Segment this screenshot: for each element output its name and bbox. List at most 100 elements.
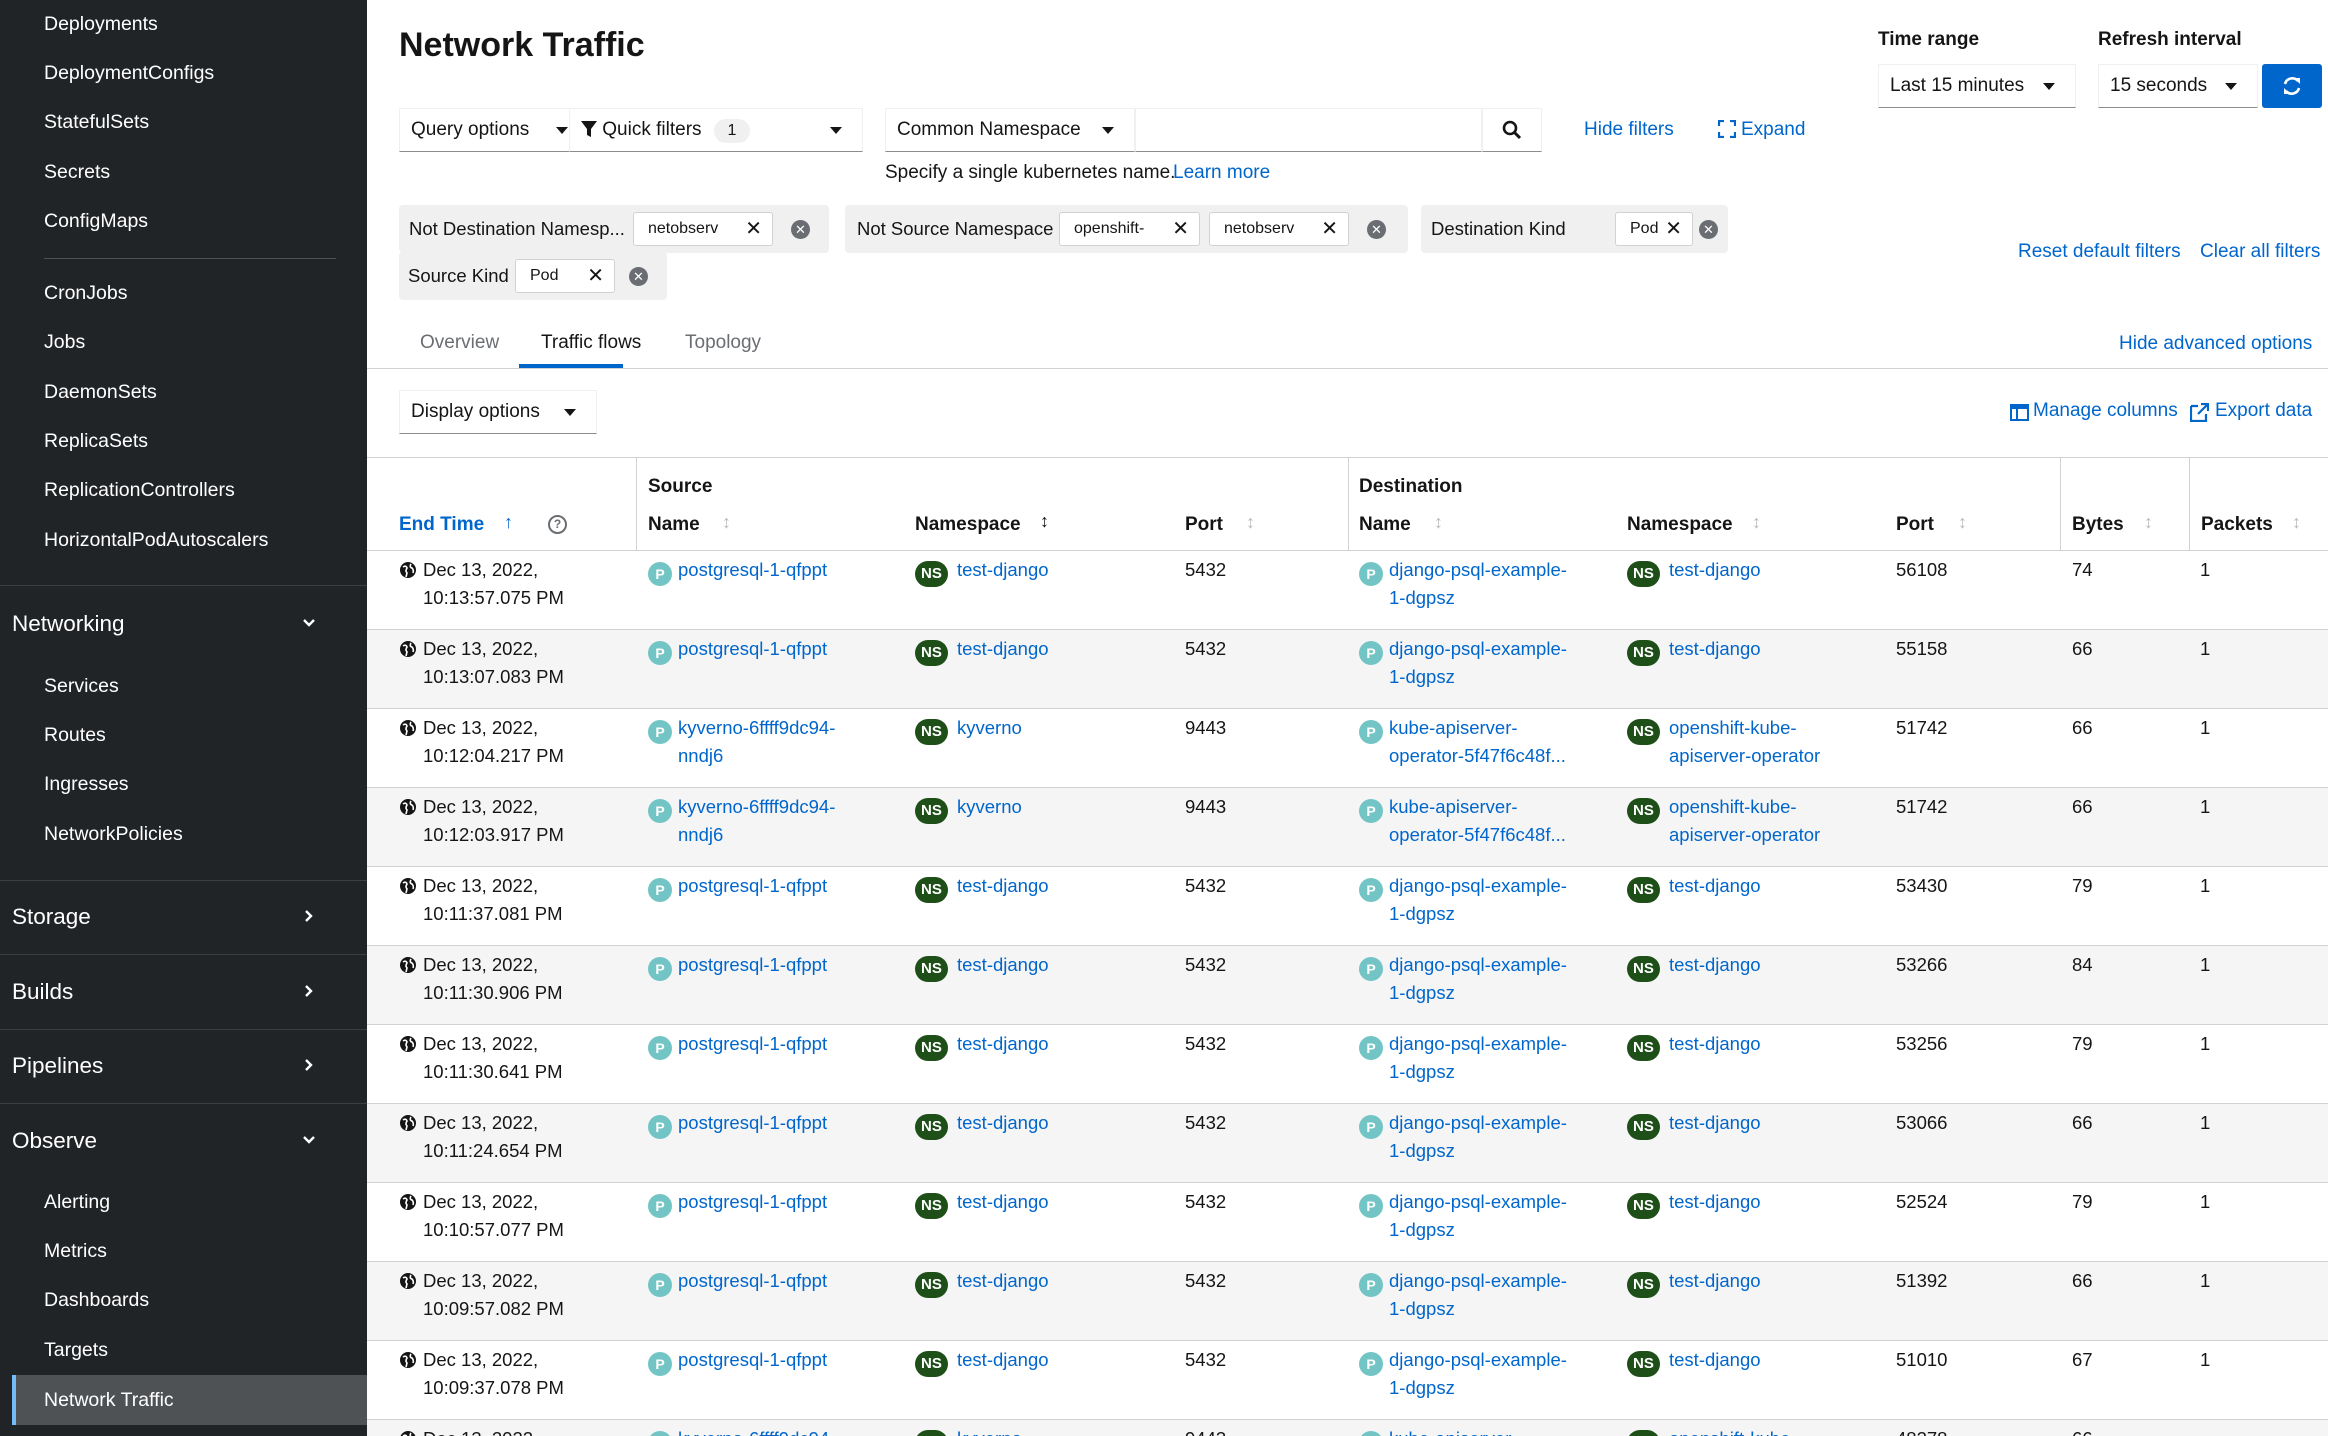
source-name-link[interactable]: postgresql-1-qfppt bbox=[678, 635, 827, 663]
filter-type-select[interactable]: Common Namespace bbox=[885, 108, 1135, 152]
table-row[interactable]: Dec 13, 2022, 10:13:07.083 PM P postgres… bbox=[367, 630, 2328, 709]
destination-namespace-link[interactable]: test-django bbox=[1669, 872, 1761, 900]
destination-name-link[interactable]: kube-apiserver- bbox=[1389, 1425, 1518, 1436]
filter-chip[interactable]: openshift- ✕ bbox=[1059, 212, 1200, 246]
source-name-link[interactable]: postgresql-1-qfppt bbox=[678, 1267, 827, 1295]
table-row[interactable]: Dec 13, 2022, 10:12:03.917 PM P kyverno-… bbox=[367, 788, 2328, 867]
tab-traffic-flows[interactable]: Traffic flows bbox=[541, 332, 641, 354]
source-namespace-link[interactable]: test-django bbox=[957, 872, 1049, 900]
destination-namespace-link[interactable]: openshift-kube- bbox=[1669, 714, 1797, 742]
destination-name-link[interactable]: django-psql-example- bbox=[1389, 872, 1567, 900]
table-row[interactable]: Dec 13, 2022, 10:09:57.082 PM P postgres… bbox=[367, 1262, 2328, 1341]
source-name-link[interactable]: kyverno-6ffff9dc94- bbox=[678, 793, 835, 821]
destination-namespace-link[interactable]: openshift-kube- bbox=[1669, 793, 1797, 821]
destination-name-link[interactable]: django-psql-example- bbox=[1389, 556, 1567, 584]
sidebar-group-observe[interactable]: Observe bbox=[12, 1128, 97, 1154]
close-icon[interactable]: ✕ bbox=[1172, 213, 1189, 245]
sidebar-item-network-traffic[interactable]: Network Traffic bbox=[12, 1375, 367, 1425]
sidebar-item-replicasets[interactable]: ReplicaSets bbox=[44, 430, 148, 453]
column-header-end-time[interactable]: End Time bbox=[399, 514, 484, 536]
sidebar-item-deploymentconfigs[interactable]: DeploymentConfigs bbox=[44, 62, 214, 85]
manage-columns-link[interactable]: Manage columns bbox=[2033, 400, 2178, 422]
reset-default-filters-link[interactable]: Reset default filters bbox=[2018, 241, 2181, 263]
destination-name-link[interactable]: django-psql-example- bbox=[1389, 951, 1567, 979]
export-data-link[interactable]: Export data bbox=[2215, 400, 2312, 422]
sidebar-item-alerting[interactable]: Alerting bbox=[44, 1191, 110, 1214]
chip-group-close-icon[interactable]: ✕ bbox=[1699, 220, 1718, 239]
source-namespace-link[interactable]: kyverno bbox=[957, 714, 1022, 742]
destination-name-link-cont[interactable]: operator-5f47f6c48f... bbox=[1389, 742, 1566, 770]
chip-group-close-icon[interactable]: ✕ bbox=[791, 220, 810, 239]
destination-name-link[interactable]: django-psql-example- bbox=[1389, 635, 1567, 663]
chip-group-close-icon[interactable]: ✕ bbox=[629, 267, 648, 286]
close-icon[interactable]: ✕ bbox=[1321, 213, 1338, 245]
sidebar-group-networking[interactable]: Networking bbox=[12, 611, 125, 637]
source-name-link[interactable]: postgresql-1-qfppt bbox=[678, 951, 827, 979]
destination-name-link-cont[interactable]: 1-dgpsz bbox=[1389, 1137, 1455, 1165]
destination-namespace-link[interactable]: test-django bbox=[1669, 556, 1761, 584]
table-row[interactable]: Dec 13, 2022, 10:11:37.081 PM P postgres… bbox=[367, 867, 2328, 946]
destination-namespace-link[interactable]: test-django bbox=[1669, 951, 1761, 979]
chip-group-close-icon[interactable]: ✕ bbox=[1367, 220, 1386, 239]
sidebar-group-builds[interactable]: Builds bbox=[12, 979, 73, 1005]
column-header-source-port[interactable]: Port bbox=[1185, 514, 1223, 536]
destination-name-link-cont[interactable]: 1-dgpsz bbox=[1389, 1374, 1455, 1402]
destination-name-link-cont[interactable]: 1-dgpsz bbox=[1389, 663, 1455, 691]
source-namespace-link[interactable]: test-django bbox=[957, 556, 1049, 584]
destination-name-link-cont[interactable]: 1-dgpsz bbox=[1389, 979, 1455, 1007]
column-header-source-namespace[interactable]: Namespace bbox=[915, 514, 1021, 536]
sort-icon[interactable]: ↕ bbox=[722, 512, 731, 533]
destination-name-link[interactable]: django-psql-example- bbox=[1389, 1188, 1567, 1216]
destination-name-link[interactable]: django-psql-example- bbox=[1389, 1030, 1567, 1058]
destination-namespace-link[interactable]: test-django bbox=[1669, 1267, 1761, 1295]
destination-name-link-cont[interactable]: 1-dgpsz bbox=[1389, 1216, 1455, 1244]
column-header-bytes[interactable]: Bytes bbox=[2072, 514, 2124, 536]
sidebar-item-routes[interactable]: Routes bbox=[44, 724, 106, 747]
close-icon[interactable]: ✕ bbox=[745, 213, 762, 245]
destination-namespace-link[interactable]: test-django bbox=[1669, 1109, 1761, 1137]
column-header-packets[interactable]: Packets bbox=[2201, 514, 2273, 536]
column-header-destination-port[interactable]: Port bbox=[1896, 514, 1934, 536]
table-row[interactable]: Dec 13, 2022, 10:12:04.217 PM P kyverno-… bbox=[367, 709, 2328, 788]
sidebar-item-statefulsets[interactable]: StatefulSets bbox=[44, 111, 149, 134]
sidebar-item-jobs[interactable]: Jobs bbox=[44, 331, 85, 354]
filter-chip[interactable]: Pod ✕ bbox=[515, 259, 615, 293]
table-row[interactable]: Dec 13, 2022, 10:13:57.075 PM P postgres… bbox=[367, 551, 2328, 630]
sidebar-item-networkpolicies[interactable]: NetworkPolicies bbox=[44, 823, 183, 846]
source-name-link[interactable]: kyverno-6ffff9dc94- bbox=[678, 714, 835, 742]
close-icon[interactable]: ✕ bbox=[1665, 213, 1682, 245]
source-name-link[interactable]: postgresql-1-qfppt bbox=[678, 1346, 827, 1374]
table-row[interactable]: Dec 13, 2022, 10:11:30.641 PM P postgres… bbox=[367, 1025, 2328, 1104]
source-namespace-link[interactable]: test-django bbox=[957, 1030, 1049, 1058]
sort-active-icon[interactable]: ↕ bbox=[1040, 511, 1049, 532]
close-icon[interactable]: ✕ bbox=[587, 260, 604, 292]
sidebar-item-deployments[interactable]: Deployments bbox=[44, 13, 158, 36]
hide-advanced-options-link[interactable]: Hide advanced options bbox=[2119, 333, 2312, 355]
sort-icon[interactable]: ↕ bbox=[1752, 512, 1761, 533]
destination-name-link[interactable]: kube-apiserver- bbox=[1389, 793, 1518, 821]
tab-topology[interactable]: Topology bbox=[685, 332, 761, 354]
sidebar-group-storage[interactable]: Storage bbox=[12, 904, 91, 930]
source-name-link[interactable]: postgresql-1-qfppt bbox=[678, 1188, 827, 1216]
refresh-button[interactable] bbox=[2262, 64, 2322, 108]
sidebar-item-targets[interactable]: Targets bbox=[44, 1339, 108, 1362]
sort-icon[interactable]: ↕ bbox=[1246, 512, 1255, 533]
learn-more-link[interactable]: Learn more bbox=[1173, 162, 1270, 184]
destination-name-link[interactable]: django-psql-example- bbox=[1389, 1346, 1567, 1374]
sidebar-item-services[interactable]: Services bbox=[44, 675, 119, 698]
source-name-link-cont[interactable]: nndj6 bbox=[678, 742, 723, 770]
table-row[interactable]: Dec 13, 2022, P kyverno-6ffff9dc94- NS k… bbox=[367, 1420, 2328, 1436]
destination-namespace-link-cont[interactable]: apiserver-operator bbox=[1669, 742, 1820, 770]
sidebar-item-daemonsets[interactable]: DaemonSets bbox=[44, 381, 157, 404]
source-name-link[interactable]: postgresql-1-qfppt bbox=[678, 556, 827, 584]
column-header-destination-namespace[interactable]: Namespace bbox=[1627, 514, 1733, 536]
filter-search-button[interactable] bbox=[1482, 108, 1542, 152]
sort-icon[interactable]: ↕ bbox=[1434, 512, 1443, 533]
sort-icon[interactable]: ↕ bbox=[2144, 512, 2153, 533]
destination-namespace-link[interactable]: openshift-kube- bbox=[1669, 1425, 1797, 1436]
sidebar-item-cronjobs[interactable]: CronJobs bbox=[44, 282, 127, 305]
sidebar-item-ingresses[interactable]: Ingresses bbox=[44, 773, 129, 796]
destination-name-link[interactable]: django-psql-example- bbox=[1389, 1267, 1567, 1295]
destination-namespace-link[interactable]: test-django bbox=[1669, 1030, 1761, 1058]
sidebar-group-pipelines[interactable]: Pipelines bbox=[12, 1053, 103, 1079]
